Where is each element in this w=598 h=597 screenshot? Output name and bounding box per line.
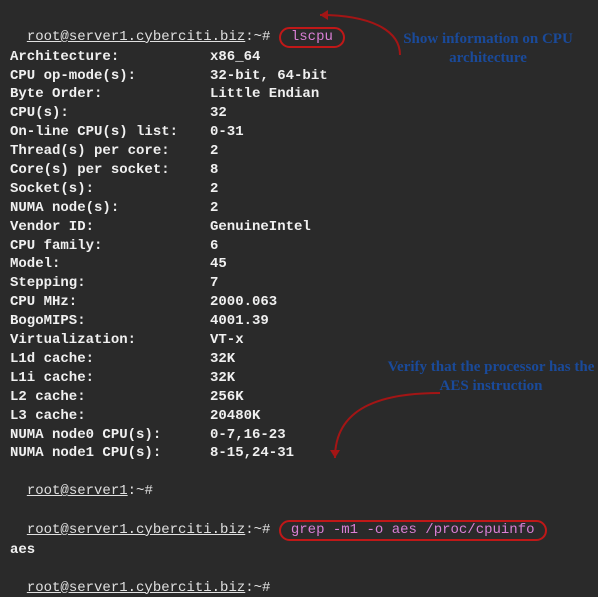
lscpu-value: 32-bit, 64-bit — [210, 67, 328, 86]
lscpu-value: 2000.063 — [210, 293, 277, 312]
lscpu-row: CPU(s):32 — [10, 104, 588, 123]
shell-prompt-short: root@server1 — [27, 483, 128, 499]
lscpu-value: VT-x — [210, 331, 244, 350]
prompt-suffix: :~# — [128, 483, 153, 499]
lscpu-value: 45 — [210, 255, 227, 274]
lscpu-row: NUMA node1 CPU(s):8-15,24-31 — [10, 444, 588, 463]
lscpu-value: 6 — [210, 237, 218, 256]
annotation-aes-check: Verify that the processor has the AES in… — [386, 358, 596, 396]
lscpu-key: L1i cache: — [10, 369, 210, 388]
grep-output: aes — [10, 541, 588, 560]
lscpu-key: Virtualization: — [10, 331, 210, 350]
lscpu-key: Byte Order: — [10, 85, 210, 104]
lscpu-key: Stepping: — [10, 274, 210, 293]
lscpu-key: CPU op-mode(s): — [10, 67, 210, 86]
terminal-line: root@server1.cyberciti.biz:~# grep -m1 -… — [10, 501, 588, 541]
lscpu-row: Thread(s) per core:2 — [10, 142, 588, 161]
lscpu-key: Architecture: — [10, 48, 210, 67]
lscpu-row: NUMA node0 CPU(s):0-7,16-23 — [10, 426, 588, 445]
lscpu-row: Byte Order:Little Endian — [10, 85, 588, 104]
lscpu-row: Vendor ID:GenuineIntel — [10, 218, 588, 237]
terminal-line: root@server1:~# — [10, 463, 588, 501]
lscpu-key: Model: — [10, 255, 210, 274]
lscpu-value: Little Endian — [210, 85, 319, 104]
shell-prompt: root@server1.cyberciti.biz — [27, 29, 245, 45]
lscpu-value: 0-31 — [210, 123, 244, 142]
lscpu-value: 32K — [210, 350, 235, 369]
lscpu-key: CPU(s): — [10, 104, 210, 123]
lscpu-row: On-line CPU(s) list:0-31 — [10, 123, 588, 142]
lscpu-key: BogoMIPS: — [10, 312, 210, 331]
lscpu-row: Model:45 — [10, 255, 588, 274]
lscpu-row: CPU family:6 — [10, 237, 588, 256]
lscpu-value: 2 — [210, 199, 218, 218]
lscpu-row: BogoMIPS:4001.39 — [10, 312, 588, 331]
lscpu-row: CPU MHz:2000.063 — [10, 293, 588, 312]
lscpu-key: Socket(s): — [10, 180, 210, 199]
lscpu-value: 4001.39 — [210, 312, 269, 331]
lscpu-row: Core(s) per socket:8 — [10, 161, 588, 180]
lscpu-value: x86_64 — [210, 48, 260, 67]
prompt-suffix: :~# — [245, 580, 270, 596]
lscpu-row: Stepping:7 — [10, 274, 588, 293]
lscpu-value: 8 — [210, 161, 218, 180]
lscpu-key: CPU MHz: — [10, 293, 210, 312]
terminal-line: root@server1.cyberciti.biz:~# — [10, 560, 588, 597]
lscpu-key: NUMA node1 CPU(s): — [10, 444, 210, 463]
lscpu-value: 7 — [210, 274, 218, 293]
lscpu-value: GenuineIntel — [210, 218, 311, 237]
lscpu-key: NUMA node(s): — [10, 199, 210, 218]
lscpu-key: NUMA node0 CPU(s): — [10, 426, 210, 445]
lscpu-value: 32 — [210, 104, 227, 123]
command-grep-aes: grep -m1 -o aes /proc/cpuinfo — [279, 520, 547, 541]
lscpu-value: 2 — [210, 142, 218, 161]
lscpu-key: L1d cache: — [10, 350, 210, 369]
lscpu-output: Architecture:x86_64CPU op-mode(s):32-bit… — [10, 48, 588, 464]
lscpu-row: L3 cache:20480K — [10, 407, 588, 426]
shell-prompt: root@server1.cyberciti.biz — [27, 580, 245, 596]
lscpu-key: Core(s) per socket: — [10, 161, 210, 180]
lscpu-key: CPU family: — [10, 237, 210, 256]
command-lscpu: lscpu — [279, 27, 345, 48]
lscpu-row: NUMA node(s):2 — [10, 199, 588, 218]
lscpu-value: 0-7,16-23 — [210, 426, 286, 445]
lscpu-key: L3 cache: — [10, 407, 210, 426]
lscpu-row: Virtualization:VT-x — [10, 331, 588, 350]
lscpu-value: 8-15,24-31 — [210, 444, 294, 463]
lscpu-key: On-line CPU(s) list: — [10, 123, 210, 142]
lscpu-value: 256K — [210, 388, 244, 407]
lscpu-key: L2 cache: — [10, 388, 210, 407]
lscpu-key: Vendor ID: — [10, 218, 210, 237]
lscpu-value: 32K — [210, 369, 235, 388]
lscpu-row: Socket(s):2 — [10, 180, 588, 199]
lscpu-row: CPU op-mode(s):32-bit, 64-bit — [10, 67, 588, 86]
lscpu-key: Thread(s) per core: — [10, 142, 210, 161]
annotation-cpu-arch: Show information on CPU architecture — [383, 30, 593, 68]
lscpu-value: 2 — [210, 180, 218, 199]
lscpu-value: 20480K — [210, 407, 260, 426]
prompt-suffix: :~# — [245, 29, 270, 45]
